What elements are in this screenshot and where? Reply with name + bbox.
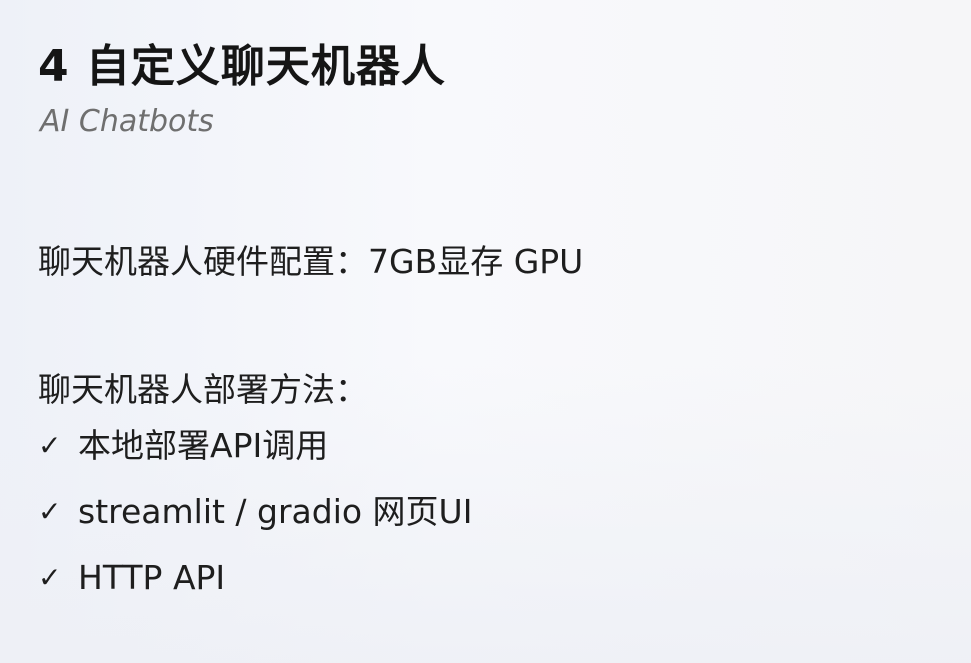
- list-item-label: streamlit / gradio 网页UI: [78, 492, 473, 531]
- check-icon: ✓: [38, 495, 62, 528]
- list-item-label: 本地部署API调用: [78, 426, 329, 465]
- slide-title: 4 自定义聊天机器人: [38, 41, 446, 92]
- list-item: ✓ 本地部署API调用: [38, 424, 472, 490]
- list-item: ✓ streamlit / gradio 网页UI: [38, 490, 472, 556]
- hardware-requirement: 聊天机器人硬件配置：7GB显存 GPU: [38, 242, 584, 281]
- check-icon: ✓: [38, 429, 62, 462]
- list-item: ✓ HTTP API: [38, 556, 472, 622]
- check-icon: ✓: [38, 561, 62, 594]
- deploy-methods-list: ✓ 本地部署API调用 ✓ streamlit / gradio 网页UI ✓ …: [38, 424, 472, 622]
- slide: 4 自定义聊天机器人 AI Chatbots 聊天机器人硬件配置：7GB显存 G…: [0, 0, 971, 663]
- list-item-label: HTTP API: [78, 558, 226, 597]
- deploy-methods-heading: 聊天机器人部署方法：: [38, 370, 368, 409]
- slide-subtitle: AI Chatbots: [40, 104, 214, 139]
